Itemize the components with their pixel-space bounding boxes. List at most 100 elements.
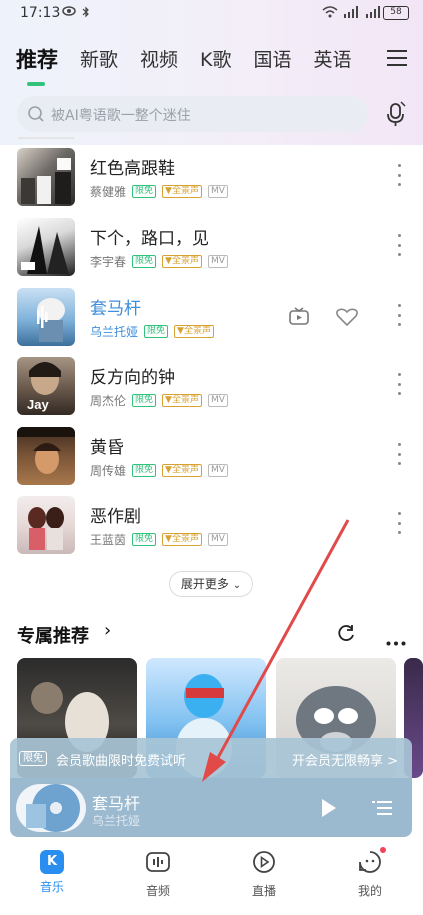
more-options-icon[interactable]: [398, 304, 402, 326]
badge-text: 全景声: [171, 465, 199, 475]
song-artist: 周传雄 限免 ▼全景声 MV: [90, 462, 228, 479]
mv-badge[interactable]: MV: [207, 394, 228, 407]
spatial-audio-badge: ▼全景声: [162, 394, 202, 407]
song-title: 反方向的钟: [90, 368, 175, 388]
artist-name: 周传雄: [90, 464, 127, 478]
notification-dot: [380, 847, 386, 853]
spatial-audio-badge: ▼全景声: [162, 464, 202, 477]
song-row[interactable]: 恶作剧 王蓝茵 限免 ▼全景声 MV: [17, 496, 412, 556]
more-options-icon[interactable]: [398, 234, 402, 256]
artist-name: 周杰伦: [90, 394, 127, 408]
badge-text: 全景声: [171, 395, 199, 405]
badge-text: 全景声: [171, 534, 199, 544]
free-badge: 限免: [132, 394, 157, 407]
badge-text: 全景声: [183, 326, 211, 336]
song-row[interactable]: 黄昏 周传雄 限免 ▼全景声 MV: [17, 427, 412, 487]
spatial-audio-badge: ▼全景声: [162, 185, 202, 198]
album-cover: [17, 496, 75, 554]
play-icon[interactable]: [321, 798, 337, 822]
tab-mandarin[interactable]: 国语: [254, 44, 292, 80]
free-badge: 限免: [132, 533, 157, 546]
live-play-icon: [252, 851, 276, 878]
artist-name: 王蓝茵: [90, 533, 127, 547]
mv-badge[interactable]: MV: [207, 255, 228, 268]
song-artist: 周杰伦 限免 ▼全景声 MV: [90, 392, 228, 409]
tab-recommend[interactable]: 推荐: [16, 44, 58, 86]
spatial-audio-badge: ▼全景声: [162, 255, 202, 268]
artist-name: 乌兰托娅: [90, 325, 139, 339]
signal-icon-2: [364, 6, 382, 21]
playlist-queue-icon[interactable]: [372, 799, 392, 821]
free-badge: 限免: [132, 255, 157, 268]
signal-icon: [342, 6, 360, 21]
search-placeholder: 被AI粤语歌一整个迷住: [51, 108, 191, 124]
album-cover: [17, 288, 75, 346]
badge-text: 全景声: [171, 186, 199, 196]
tab-new-songs[interactable]: 新歌: [80, 44, 118, 80]
nav-label: 音频: [145, 884, 170, 898]
song-row[interactable]: Jay 反方向的钟 周杰伦 限免 ▼全景声 MV: [17, 357, 412, 417]
song-artist: 乌兰托娅 限免 ▼全景声: [90, 323, 214, 340]
chevron-right-icon[interactable]: ›: [104, 620, 111, 641]
section-title[interactable]: 专属推荐: [17, 622, 89, 648]
expand-more-button[interactable]: 展开更多 ⌄: [169, 571, 253, 597]
nav-label: 我的: [357, 884, 382, 898]
nav-audio[interactable]: 音频: [118, 850, 198, 899]
category-tabs: 推荐 新歌 视频 K歌 国语 英语: [16, 44, 374, 86]
mv-badge[interactable]: MV: [207, 533, 228, 546]
status-bar: 17:13 58: [0, 0, 423, 26]
song-row[interactable]: 下个，路口，见 李宇春 限免 ▼全景声 MV: [17, 218, 412, 278]
search-icon: [27, 105, 45, 127]
now-playing-title: 套马杆: [92, 794, 141, 813]
menu-icon[interactable]: [387, 50, 407, 66]
search-bar[interactable]: 被AI粤语歌一整个迷住: [17, 96, 368, 132]
free-badge: 限免: [132, 185, 157, 198]
music-app-icon: K: [40, 850, 64, 874]
tv-icon[interactable]: [289, 307, 309, 329]
svg-text:Jay: Jay: [27, 397, 49, 412]
song-title: 恶作剧: [90, 507, 141, 527]
more-options-icon[interactable]: [386, 631, 406, 650]
chevron-down-icon: ⌄: [232, 580, 242, 591]
album-cover: Jay: [17, 357, 75, 415]
nav-live[interactable]: 直播: [224, 850, 304, 899]
now-playing-cover[interactable]: [16, 784, 86, 832]
nav-mine[interactable]: 我的: [330, 847, 410, 899]
album-cover: [17, 148, 75, 206]
nav-label: 音乐: [39, 880, 64, 894]
tab-video[interactable]: 视频: [140, 44, 178, 80]
song-artist: 王蓝茵 限免 ▼全景声 MV: [90, 531, 228, 548]
mini-player[interactable]: 套马杆 乌兰托娅: [10, 778, 412, 837]
open-membership-link[interactable]: 开会员无限畅享 >: [292, 750, 398, 769]
artist-name: 李宇春: [90, 255, 127, 269]
more-options-icon[interactable]: [398, 443, 402, 465]
heart-icon[interactable]: [336, 308, 358, 330]
song-row[interactable]: 红色高跟鞋 蔡健雅 限免 ▼全景声 MV: [17, 148, 412, 208]
active-tab-indicator: [27, 82, 45, 86]
badge-text: 全景声: [171, 256, 199, 266]
spatial-audio-badge: ▼全景声: [174, 325, 214, 338]
song-row-playing[interactable]: 套马杆 乌兰托娅 限免 ▼全景声: [17, 288, 412, 348]
artist-name: 蔡健雅: [90, 185, 127, 199]
member-promo-banner[interactable]: 限免 会员歌曲限时免费试听 开会员无限畅享 >: [10, 738, 412, 778]
status-time: 17:13: [20, 5, 61, 21]
mv-badge[interactable]: MV: [207, 464, 228, 477]
song-title: 套马杆: [90, 299, 141, 319]
tab-english[interactable]: 英语: [314, 44, 352, 80]
more-options-icon[interactable]: [398, 373, 402, 395]
audio-bars-icon: [146, 852, 170, 878]
song-title: 下个，路口，见: [90, 229, 209, 249]
song-artist: 李宇春 限免 ▼全景声 MV: [90, 253, 228, 270]
mv-badge[interactable]: MV: [207, 185, 228, 198]
album-cover: [17, 218, 75, 276]
free-badge: 限免: [144, 325, 169, 338]
more-options-icon[interactable]: [398, 164, 402, 186]
nav-music[interactable]: K 音乐: [12, 850, 92, 895]
voice-recognition-icon[interactable]: [385, 100, 407, 128]
refresh-icon[interactable]: [336, 623, 356, 647]
wifi-icon: [322, 6, 338, 21]
bottom-navigation: K 音乐 音频 直播 我的: [0, 840, 423, 915]
album-cover: [17, 427, 75, 485]
tab-karaoke[interactable]: K歌: [200, 44, 231, 80]
more-options-icon[interactable]: [398, 512, 402, 534]
